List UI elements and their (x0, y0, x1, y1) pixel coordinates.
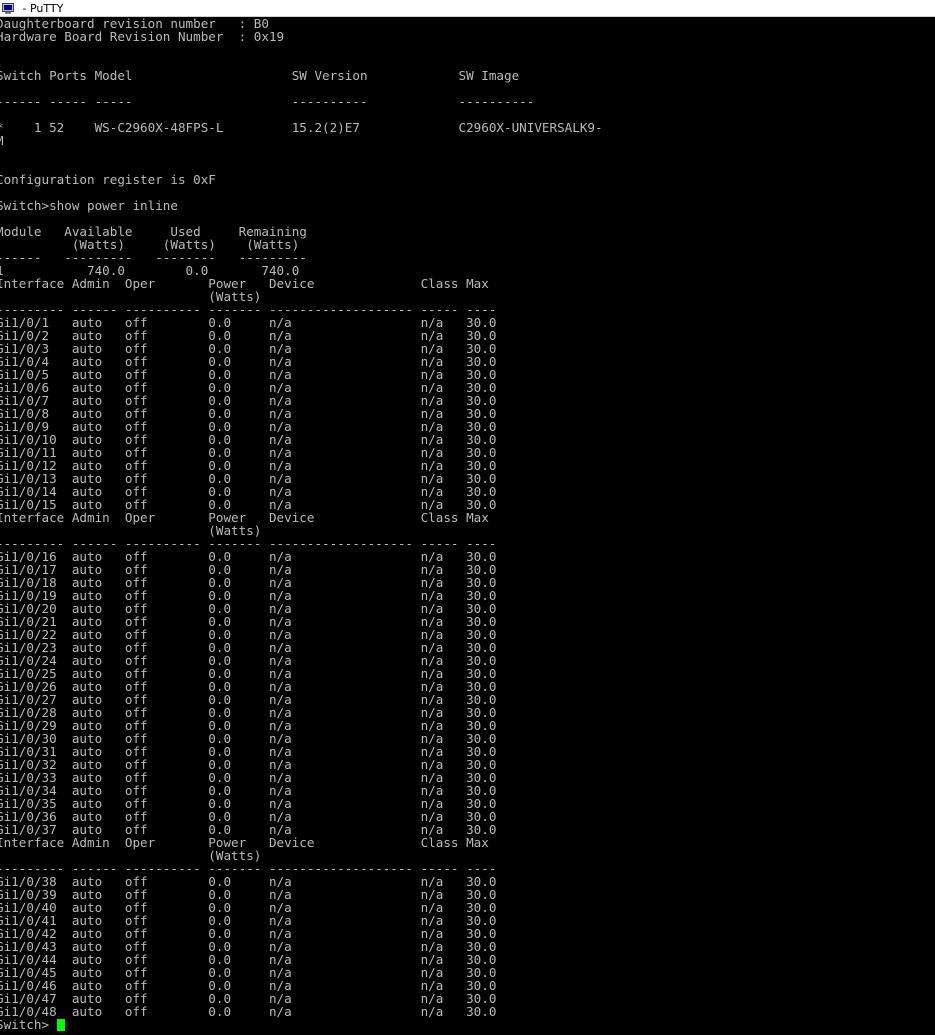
terminal-output[interactable]: Daughterboard revision number : B0 Hardwa… (0, 17, 935, 1035)
terminal-line: * 1 52 WS-C2960X-48FPS-L 15.2(2)E7 C2960… (0, 120, 603, 135)
terminal-lines: Daughterboard revision number : B0 Hardwa… (0, 17, 935, 1018)
terminal-line: Switch>show power inline (0, 198, 178, 213)
putty-window: - PuTTY Daughterboard revision number : … (0, 0, 935, 1035)
terminal-line: Hardware Board Revision Number : 0x19 (0, 29, 285, 44)
terminal-line: Switch Ports Model SW Version SW Image (0, 68, 520, 83)
terminal-prompt-line[interactable]: Switch> (0, 1018, 935, 1031)
terminal-line: Configuration register is 0xF (0, 172, 216, 187)
putty-terminal-icon (2, 2, 14, 14)
terminal-line: Gi1/0/48 auto off 0.0 n/a n/a 30.0 (0, 1004, 497, 1019)
window-titlebar[interactable]: - PuTTY (0, 0, 935, 17)
window-title: - PuTTY (19, 1, 64, 15)
terminal-line: M (0, 134, 935, 147)
terminal-cursor (56, 1019, 65, 1031)
terminal-prompt: Switch> (0, 1017, 57, 1032)
terminal-line: ------ ----- ----- ---------- ---------- (0, 94, 535, 109)
